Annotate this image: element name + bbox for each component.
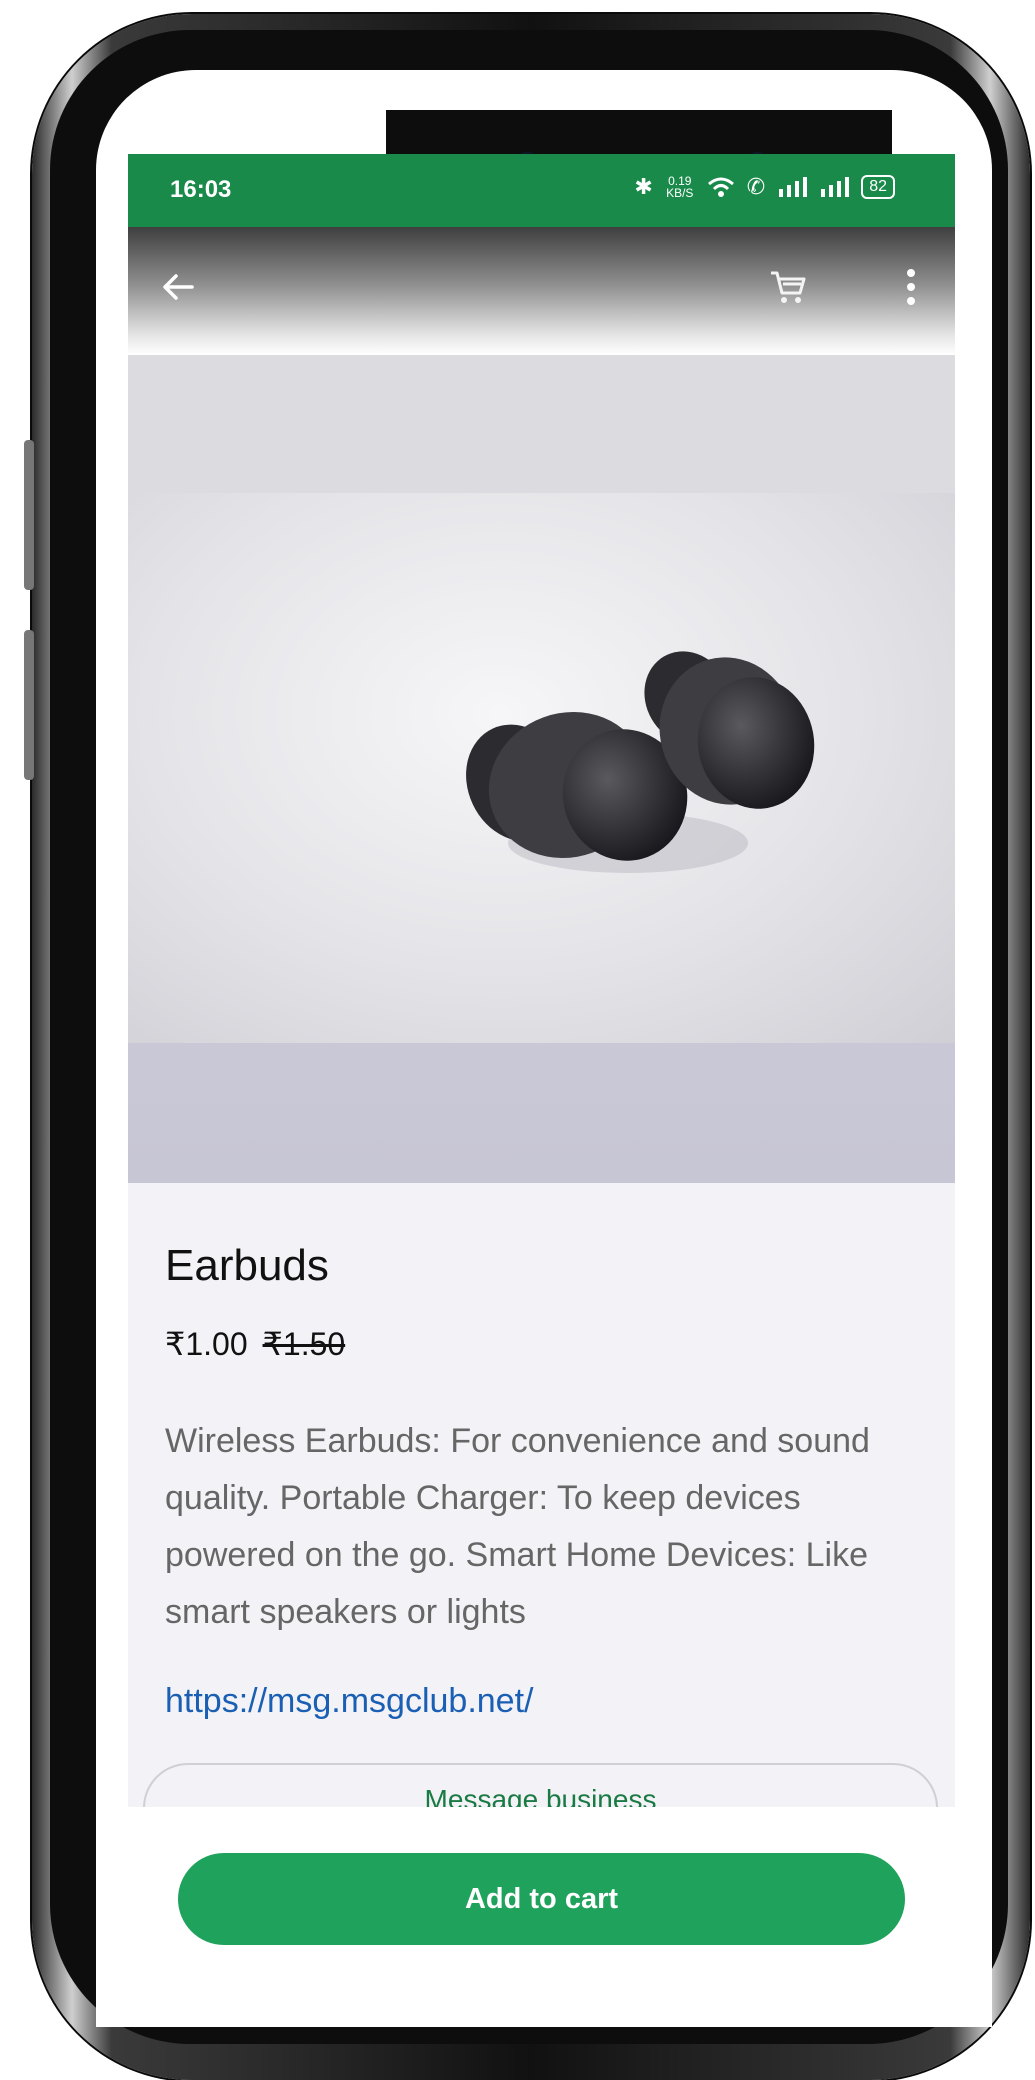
add-to-cart-button[interactable]: Add to cart <box>178 1853 905 1945</box>
toolbar <box>128 227 955 355</box>
more-vert-icon[interactable] <box>891 267 931 307</box>
product-page: 16:03 ✱ 0.19 KB/S ✆ 82 Earbuds ₹1.00 ₹1.… <box>128 154 955 1807</box>
product-photo <box>128 493 955 1043</box>
wifi-icon <box>707 177 734 197</box>
signal-icon-2 <box>821 177 850 197</box>
product-details: Earbuds ₹1.00 ₹1.50 Wireless Earbuds: Fo… <box>128 1183 955 1807</box>
product-title: Earbuds <box>165 1241 329 1290</box>
volume-up-button <box>24 440 34 590</box>
net-speed: 0.19 KB/S <box>666 174 694 200</box>
product-image-area[interactable] <box>128 355 955 1183</box>
price-row: ₹1.00 ₹1.50 <box>165 1325 345 1363</box>
volume-down-button <box>24 630 34 780</box>
status-bar: 16:03 ✱ 0.19 KB/S ✆ 82 <box>128 154 955 227</box>
product-description: Wireless Earbuds: For convenience and so… <box>165 1422 870 1631</box>
current-price: ₹1.00 <box>165 1326 248 1362</box>
cart-icon[interactable] <box>768 267 808 307</box>
signal-icon-1 <box>779 177 808 197</box>
status-icons: ✱ 0.19 KB/S ✆ 82 <box>634 174 895 200</box>
volte-call-icon: ✆ <box>746 174 766 199</box>
battery-indicator: 82 <box>861 175 895 199</box>
earbuds-image <box>466 651 815 873</box>
status-time: 16:03 <box>170 176 232 203</box>
arrow-left-icon[interactable] <box>158 267 198 307</box>
message-business-button[interactable]: Message business <box>143 1763 938 1807</box>
product-link[interactable]: https://msg.msgclub.net/ <box>165 1682 534 1721</box>
bluetooth-icon: ✱ <box>634 174 653 199</box>
original-price: ₹1.50 <box>262 1326 346 1362</box>
